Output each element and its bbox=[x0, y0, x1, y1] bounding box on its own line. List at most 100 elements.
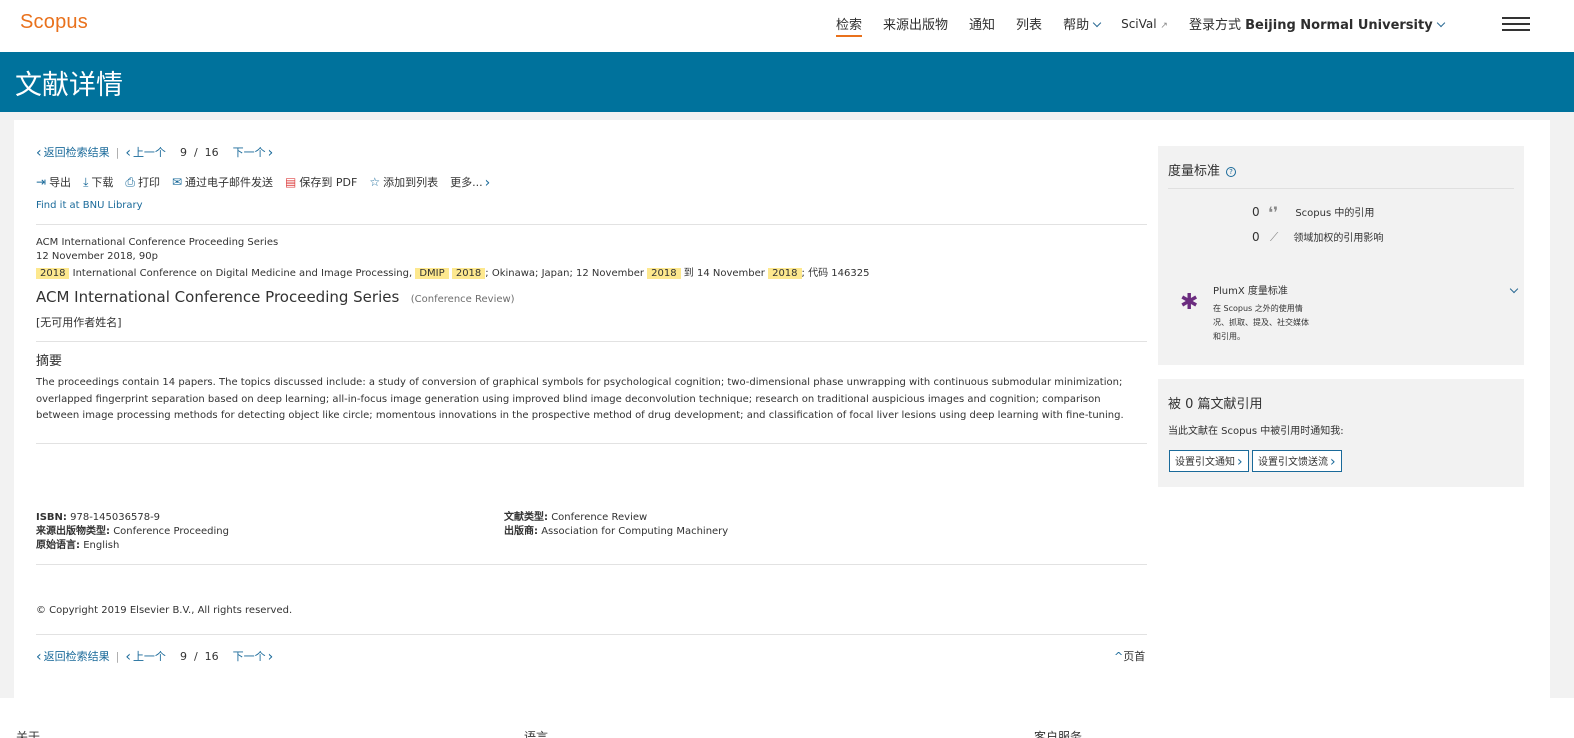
doc-type-label: 文献类型: bbox=[504, 512, 548, 523]
library-link[interactable]: Find it at BNU Library bbox=[36, 200, 143, 211]
help-icon[interactable]: ? bbox=[1226, 167, 1237, 177]
conference-name: International Conference on Digital Medi… bbox=[72, 268, 413, 279]
plumx-icon: ✱ bbox=[1180, 290, 1199, 315]
source-type-value: Conference Proceeding bbox=[113, 526, 229, 537]
pager-separator: | bbox=[115, 145, 120, 159]
cited-by-notify-text: 当此文献在 Scopus 中被引用时通知我: bbox=[1168, 426, 1344, 437]
divider bbox=[36, 224, 1147, 225]
prev-link[interactable]: 上一个 bbox=[125, 648, 166, 664]
chevron-down-icon bbox=[1092, 18, 1102, 28]
scopus-citation-count[interactable]: 0 bbox=[1252, 205, 1260, 219]
pdf-icon: ▤ bbox=[285, 175, 297, 189]
nav-alerts[interactable]: 通知 bbox=[969, 14, 995, 33]
nav-sources[interactable]: 来源出版物 bbox=[883, 14, 948, 33]
abstract-text: The proceedings contain 14 papers. The t… bbox=[36, 377, 1124, 421]
prev-link[interactable]: 上一个 bbox=[125, 144, 166, 160]
doc-type-row: 文献类型: Conference Review bbox=[504, 511, 728, 525]
export-icon: ⇥ bbox=[36, 175, 47, 189]
save-pdf-label: 保存到 PDF bbox=[299, 176, 358, 189]
save-pdf-button[interactable]: ▤ 保存到 PDF bbox=[285, 174, 357, 190]
isbn-value: 978-145036578-9 bbox=[70, 512, 161, 523]
metadata-left: ISBN: 978-145036578-9 来源出版物类型: Conferenc… bbox=[36, 511, 229, 553]
nav-lists[interactable]: 列表 bbox=[1016, 14, 1042, 33]
nav-menu: 检索 来源出版物 通知 列表 帮助 SciVal ↗ 登录方式 Beijing … bbox=[836, 14, 1465, 37]
top-navigation: Scopus 检索 来源出版物 通知 列表 帮助 SciVal ↗ 登录方式 B… bbox=[0, 0, 1574, 52]
metrics-title-row: 度量标准? bbox=[1168, 160, 1237, 179]
doc-type-value: Conference Review bbox=[551, 512, 648, 523]
back-to-results-link[interactable]: 返回检索结果 bbox=[36, 144, 110, 160]
scopus-citation-metric: 0 ❛❜ Scopus 中的引用 bbox=[1252, 201, 1374, 222]
login-prefix: 登录方式 bbox=[1188, 18, 1241, 33]
set-citation-feed-button[interactable]: 设置引文馈送流 bbox=[1252, 450, 1342, 472]
fwci-metric: 0 ⟋ 领域加权的引用影响 bbox=[1252, 229, 1383, 245]
plumx-desc-line: 在 Scopus 之外的使用情 bbox=[1213, 304, 1303, 313]
document-title: ACM International Conference Proceeding … bbox=[36, 288, 400, 306]
nav-scival-label: SciVal bbox=[1121, 16, 1157, 31]
hamburger-menu-icon[interactable] bbox=[1502, 17, 1530, 33]
metrics-title: 度量标准 bbox=[1168, 164, 1221, 179]
export-label: 导出 bbox=[49, 176, 72, 189]
plumx-title[interactable]: PlumX 度量标准 bbox=[1213, 282, 1288, 297]
print-label: 打印 bbox=[137, 176, 160, 189]
set-citation-feed-label: 设置引文馈送流 bbox=[1258, 457, 1328, 468]
fwci-count: 0 bbox=[1252, 230, 1260, 244]
nav-help[interactable]: 帮助 bbox=[1063, 14, 1102, 33]
highlight-term: DMIP bbox=[415, 268, 449, 279]
divider bbox=[36, 634, 1147, 635]
nav-search[interactable]: 检索 bbox=[836, 14, 863, 37]
set-citation-alert-button[interactable]: 设置引文通知 bbox=[1169, 450, 1249, 472]
pager-bottom: 返回检索结果 | 上一个 9 / 16 下一个 bbox=[36, 648, 273, 664]
nav-help-label: 帮助 bbox=[1063, 18, 1090, 33]
print-button[interactable]: ⎙ 打印 bbox=[125, 174, 160, 190]
source-type-row: 来源出版物类型: Conference Proceeding bbox=[36, 525, 229, 539]
chevron-up-icon: ^ bbox=[1114, 650, 1124, 663]
metrics-panel: 度量标准? 0 ❛❜ Scopus 中的引用 0 ⟋ 领域加权的引用影响 ✱ P… bbox=[1158, 146, 1524, 365]
divider bbox=[36, 443, 1147, 444]
pager-total: 16 bbox=[204, 145, 219, 159]
conference-line: 2018 International Conference on Digital… bbox=[36, 264, 869, 279]
back-to-top-link[interactable]: ^页首 bbox=[1114, 648, 1145, 664]
more-button[interactable]: 更多... bbox=[450, 174, 490, 190]
back-to-results-link[interactable]: 返回检索结果 bbox=[36, 648, 110, 664]
conference-to: 到 14 November bbox=[683, 268, 765, 279]
language-value: English bbox=[83, 540, 120, 551]
nav-login[interactable]: 登录方式 Beijing Normal University bbox=[1188, 14, 1445, 33]
highlight-term: 2018 bbox=[36, 268, 70, 279]
divider bbox=[36, 341, 1147, 342]
highlight-term: 2018 bbox=[768, 268, 802, 279]
abstract-heading: 摘要 bbox=[36, 354, 63, 369]
download-button[interactable]: ⤓ 下载 bbox=[83, 174, 113, 190]
plumx-description: 在 Scopus 之外的使用情 况、抓取、提及、社交媒体 和引用。 bbox=[1213, 302, 1309, 344]
pager-count: 9 / 16 bbox=[180, 146, 219, 159]
next-link[interactable]: 下一个 bbox=[233, 144, 274, 160]
export-button[interactable]: ⇥ 导出 bbox=[36, 174, 71, 190]
isbn-label: ISBN: bbox=[36, 512, 67, 523]
divider bbox=[1168, 188, 1514, 189]
quote-icon: ❛❜ bbox=[1267, 203, 1279, 222]
pager-total: 16 bbox=[204, 649, 219, 663]
divider bbox=[36, 564, 1147, 565]
login-institution: Beijing Normal University bbox=[1245, 18, 1433, 33]
next-link[interactable]: 下一个 bbox=[233, 648, 274, 664]
envelope-icon: ✉ bbox=[171, 175, 183, 189]
more-label: 更多... bbox=[450, 176, 483, 189]
email-button[interactable]: ✉ 通过电子邮件发送 bbox=[172, 174, 273, 190]
cited-by-title: 被 0 篇文献引用 bbox=[1168, 397, 1263, 412]
language-row: 原始语言: English bbox=[36, 539, 229, 553]
publisher-row: 出版商: Association for Computing Machinery bbox=[504, 525, 728, 539]
balance-icon: ⟋ bbox=[1269, 230, 1279, 244]
footer-language[interactable]: 语言 bbox=[524, 728, 548, 738]
document-type-tag: (Conference Review) bbox=[410, 294, 515, 305]
pager-current: 9 bbox=[179, 145, 187, 159]
footer-customer-service[interactable]: 客户服务 bbox=[1034, 728, 1082, 738]
pager-slash: / bbox=[193, 145, 198, 159]
nav-scival[interactable]: SciVal ↗ bbox=[1121, 17, 1168, 31]
copyright: © Copyright 2019 Elsevier B.V., All righ… bbox=[36, 605, 293, 616]
add-to-list-button[interactable]: ☆ 添加到列表 bbox=[369, 174, 438, 190]
email-label: 通过电子邮件发送 bbox=[185, 176, 274, 189]
footer-about[interactable]: 关于 bbox=[16, 728, 40, 738]
conference-code: ; 代码 146325 bbox=[801, 268, 870, 279]
pager-current: 9 bbox=[179, 649, 187, 663]
scopus-logo[interactable]: Scopus bbox=[20, 11, 88, 34]
chevron-down-icon[interactable] bbox=[1509, 284, 1519, 294]
